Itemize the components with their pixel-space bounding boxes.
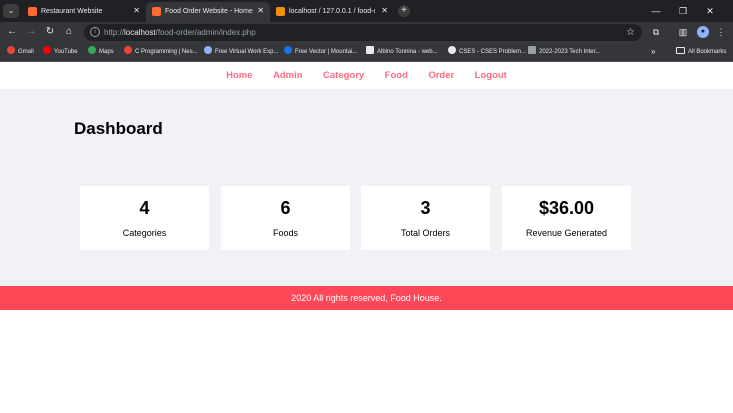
stat-value: $36.00 — [538, 198, 595, 218]
bookmark-label: 2022-2023 Tech Inter... — [539, 49, 601, 55]
bookmark-label: YouTube — [54, 49, 78, 55]
stat-label: Categories — [122, 228, 167, 238]
close-icon[interactable]: ✕ — [133, 2, 140, 20]
bookmark-free-vector[interactable]: Free Vector | Mountai... — [284, 43, 357, 61]
stat-label: Foods — [272, 228, 298, 238]
new-tab-button[interactable]: + — [398, 5, 410, 17]
stat-value: 3 — [420, 198, 431, 218]
site-info-icon[interactable]: i — [90, 27, 100, 37]
profile-avatar-icon[interactable]: ● — [697, 26, 709, 38]
menu-order-link[interactable]: Order — [428, 63, 454, 89]
chart-icon — [528, 46, 536, 55]
tab-title: Restaurant Website — [41, 8, 103, 15]
bookmark-cses[interactable]: CSES - CSES Problem... — [448, 43, 526, 61]
tab-strip: ⌄ Restaurant Website ✕ Food Order Websit… — [0, 0, 733, 22]
stat-label: Total Orders — [400, 228, 451, 238]
bookmark-star-icon[interactable]: ☆ — [626, 24, 635, 41]
menu-category-link[interactable]: Category — [323, 63, 364, 89]
c-programming-icon — [124, 46, 132, 55]
bookmark-tech-internships[interactable]: 2022-2023 Tech Inter... — [528, 43, 600, 61]
maps-icon — [88, 46, 96, 55]
stat-value: 4 — [139, 198, 150, 218]
footer-text: 2020 All rights reserved, Food House. — [291, 293, 442, 303]
site-favicon-icon — [28, 7, 37, 16]
page-title: Dashboard — [74, 119, 163, 138]
bookmark-virtual-work[interactable]: Free Virtual Work Exp... — [204, 43, 278, 61]
bookmark-label: Albino Tonnina - web... — [377, 49, 438, 55]
albino-icon — [366, 46, 374, 55]
bookmark-label: Maps — [99, 49, 114, 55]
phpmyadmin-icon — [276, 7, 285, 16]
all-bookmarks-button[interactable]: All Bookmarks — [676, 43, 726, 61]
all-bookmarks-label: All Bookmarks — [688, 49, 727, 55]
tab-title: localhost / 127.0.0.1 / food-order — [289, 8, 375, 15]
stat-label: Revenue Generated — [525, 228, 608, 238]
stat-card-revenue: $36.00 Revenue Generated — [502, 186, 631, 250]
tab-restaurant-website[interactable]: Restaurant Website ✕ — [22, 2, 146, 22]
site-favicon-icon — [152, 7, 161, 16]
tab-food-order-home[interactable]: Food Order Website - Home Page ✕ — [146, 2, 270, 22]
browser-toolbar: ← → ↻ ⌂ i http://localhost/food-order/ad… — [0, 22, 733, 43]
url-path: /food-order/admin/index.php — [155, 28, 256, 37]
folder-icon — [676, 46, 685, 54]
menu-home-link[interactable]: Home — [226, 63, 252, 89]
bookmarks-bar: Gmail YouTube Maps C Programming | Nes..… — [0, 43, 733, 62]
diamond-icon — [204, 46, 212, 55]
address-bar[interactable]: i http://localhost/food-order/admin/inde… — [84, 24, 642, 41]
browser-menu-icon[interactable]: ⋮ — [714, 25, 728, 39]
back-arrow-icon[interactable]: ← — [5, 25, 19, 39]
bookmark-label: Free Vector | Mountai... — [295, 49, 358, 55]
bookmark-c-programming[interactable]: C Programming | Nes... — [124, 43, 198, 61]
tab-search-button[interactable]: ⌄ — [3, 4, 19, 18]
bookmark-maps[interactable]: Maps — [88, 43, 114, 61]
tab-phpmyadmin[interactable]: localhost / 127.0.0.1 / food-order ✕ — [270, 2, 394, 22]
main-content: Dashboard 4 Categories 6 Foods 3 Total O… — [0, 89, 733, 286]
more-bookmarks-chevron-icon[interactable]: » — [651, 43, 655, 61]
url-text[interactable]: http://localhost/food-order/admin/index.… — [104, 24, 256, 41]
bookmark-label: CSES - CSES Problem... — [459, 49, 527, 55]
web-page: Home Admin Category Food Order Logout Da… — [0, 63, 733, 413]
bookmark-label: Gmail — [18, 49, 34, 55]
extensions-icon[interactable]: ⧉ — [649, 25, 663, 39]
reload-icon[interactable]: ↻ — [43, 25, 57, 39]
admin-menu: Home Admin Category Food Order Logout — [0, 63, 733, 89]
youtube-icon — [43, 46, 51, 55]
restore-button[interactable]: ❐ — [676, 4, 690, 18]
menu-food-link[interactable]: Food — [385, 63, 408, 89]
home-icon[interactable]: ⌂ — [62, 25, 76, 39]
globe-icon — [448, 46, 456, 55]
stat-card-categories: 4 Categories — [80, 186, 209, 250]
bookmark-albino-tonnina[interactable]: Albino Tonnina - web... — [366, 43, 438, 61]
bookmark-gmail[interactable]: Gmail — [7, 43, 34, 61]
stat-card-total-orders: 3 Total Orders — [361, 186, 490, 250]
minimize-button[interactable]: — — [649, 4, 663, 18]
tab-title: Food Order Website - Home Page — [165, 8, 253, 15]
forward-arrow-icon[interactable]: → — [24, 25, 38, 39]
bookmark-label: C Programming | Nes... — [135, 49, 198, 55]
bookmark-youtube[interactable]: YouTube — [43, 43, 78, 61]
close-icon[interactable]: ✕ — [381, 2, 388, 20]
close-window-button[interactable]: ✕ — [703, 4, 717, 18]
side-panel-icon[interactable]: ▥ — [676, 25, 690, 39]
url-host: localhost — [124, 28, 156, 37]
site-footer: 2020 All rights reserved, Food House. — [0, 286, 733, 310]
stat-card-foods: 6 Foods — [221, 186, 350, 250]
menu-logout-link[interactable]: Logout — [475, 63, 507, 89]
menu-admin-link[interactable]: Admin — [273, 63, 303, 89]
close-icon[interactable]: ✕ — [257, 2, 264, 20]
stat-value: 6 — [280, 198, 291, 218]
freepik-icon — [284, 46, 292, 55]
gmail-icon — [7, 46, 15, 55]
bookmark-label: Free Virtual Work Exp... — [215, 49, 279, 55]
url-scheme: http:// — [104, 28, 125, 37]
